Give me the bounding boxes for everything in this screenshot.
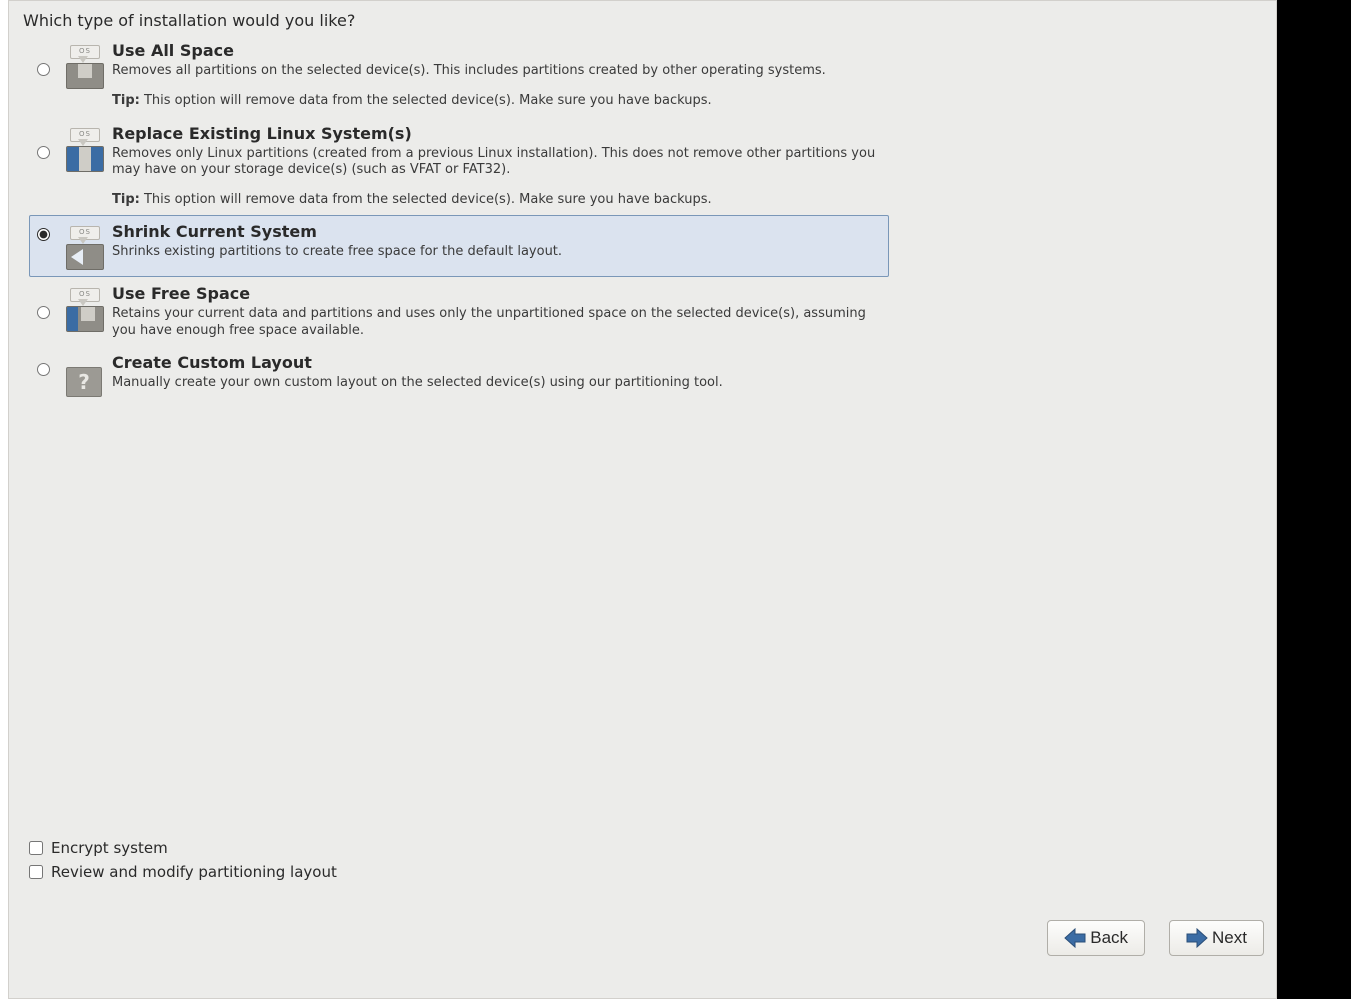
option-desc: Manually create your own custom layout o… (112, 375, 878, 391)
wizard-button-bar: Back Next (1047, 920, 1264, 956)
option-replace-linux[interactable]: OS Replace Existing Linux System(s) Remo… (29, 117, 889, 216)
drive-icon-use-free-space: OS (56, 284, 112, 332)
option-tip: Tip: This option will remove data from t… (112, 93, 878, 109)
drive-icon-use-all-space: OS (56, 41, 112, 89)
black-border-right (1277, 0, 1351, 999)
checkbox-review-label: Review and modify partitioning layout (51, 863, 337, 881)
option-custom-layout[interactable]: ? Create Custom Layout Manually create y… (29, 346, 889, 404)
next-button-label: Next (1212, 928, 1247, 948)
arrow-left-icon (1064, 928, 1086, 948)
checkbox-review-layout[interactable] (29, 865, 43, 879)
option-use-all-space[interactable]: OS Use All Space Removes all partitions … (29, 34, 889, 117)
extra-options: Encrypt system Review and modify partiti… (29, 839, 337, 887)
option-shrink[interactable]: OS Shrink Current System Shrinks existin… (29, 215, 889, 277)
back-button[interactable]: Back (1047, 920, 1145, 956)
option-title: Create Custom Layout (112, 353, 878, 373)
option-desc: Removes all partitions on the selected d… (112, 63, 878, 79)
radio-use-free-space[interactable] (37, 306, 50, 319)
radio-use-all-space[interactable] (37, 63, 50, 76)
drive-icon-replace-linux: OS (56, 124, 112, 172)
option-desc: Removes only Linux partitions (created f… (112, 146, 878, 179)
option-desc: Shrinks existing partitions to create fr… (112, 244, 878, 260)
radio-custom-layout[interactable] (37, 363, 50, 376)
option-desc: Retains your current data and partitions… (112, 306, 878, 339)
drive-icon-shrink: OS (56, 222, 112, 270)
review-layout-row[interactable]: Review and modify partitioning layout (29, 863, 337, 881)
question-icon: ? (56, 353, 112, 397)
option-title: Use Free Space (112, 284, 878, 304)
option-title: Use All Space (112, 41, 878, 61)
page-title: Which type of installation would you lik… (9, 1, 1276, 34)
back-button-label: Back (1090, 928, 1128, 948)
checkbox-encrypt-label: Encrypt system (51, 839, 168, 857)
option-title: Replace Existing Linux System(s) (112, 124, 878, 144)
arrow-right-icon (1186, 928, 1208, 948)
checkbox-encrypt-system[interactable] (29, 841, 43, 855)
encrypt-system-row[interactable]: Encrypt system (29, 839, 337, 857)
radio-shrink[interactable] (37, 228, 50, 241)
next-button[interactable]: Next (1169, 920, 1264, 956)
installer-panel: Which type of installation would you lik… (8, 0, 1277, 999)
option-use-free-space[interactable]: OS Use Free Space Retains your current d… (29, 277, 889, 346)
option-tip: Tip: This option will remove data from t… (112, 192, 878, 208)
radio-replace-linux[interactable] (37, 146, 50, 159)
installation-type-options: OS Use All Space Removes all partitions … (9, 34, 907, 404)
option-title: Shrink Current System (112, 222, 878, 242)
